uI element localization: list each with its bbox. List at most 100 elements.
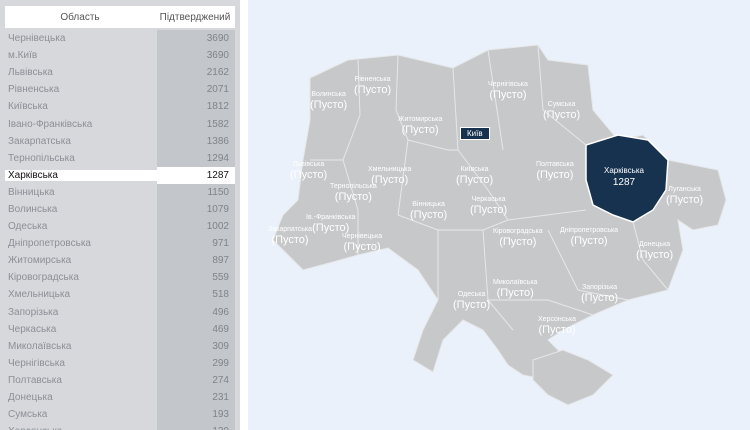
header-region[interactable]: Область xyxy=(5,12,155,23)
table-row[interactable]: Дніпропетровська 971 xyxy=(5,235,235,253)
map-label-zaporizhzhia: Запорізька (Пусто) xyxy=(581,284,619,304)
regions-table: Область Підтверджений Чернівецька 3690 м.К… xyxy=(0,0,240,430)
map-label-cherkasy: Черкаська (Пусто) xyxy=(470,196,508,216)
row-region: Херсонська xyxy=(5,426,157,430)
map-label-volyn: Волинська (Пусто) xyxy=(310,91,348,111)
row-count: 120 xyxy=(157,423,235,430)
table-row[interactable]: Вінницька 1150 xyxy=(5,183,235,201)
map-label-odesa: Одеська (Пусто) xyxy=(453,291,491,311)
table-row[interactable]: Рівненська 2071 xyxy=(5,81,235,99)
table-row[interactable]: Житомирська 897 xyxy=(5,252,235,270)
row-region: Дніпропетровська xyxy=(8,238,91,250)
table-row[interactable]: Волинська 1079 xyxy=(5,200,235,219)
map-label-chernihiv: Чернігівська (Пусто) xyxy=(488,81,528,101)
row-region: Житомирська xyxy=(8,255,72,267)
row-count: 309 xyxy=(157,337,235,355)
table-row[interactable]: Запорізька 496 xyxy=(5,303,235,321)
table-body: Чернівецька 3690 м.Київ 3690 Львівська 2162 Рі… xyxy=(5,30,235,430)
map-label-chernivtsi: Чернівецька (Пусто) xyxy=(342,233,383,253)
row-count: 1287 xyxy=(157,166,235,184)
row-count: 299 xyxy=(157,354,235,372)
table-row[interactable]: Харківська 1287 xyxy=(5,166,235,184)
row-count: 1002 xyxy=(157,218,235,236)
table-row[interactable]: Тернопільська 1294 xyxy=(5,149,235,167)
map-label-ternopil: Тернопільська (Пусто) xyxy=(330,183,377,203)
map-label-khmelnytskyi: Хмельницька (Пусто) xyxy=(368,166,412,186)
map-label-poltava: Полтавська (Пусто) xyxy=(536,161,574,181)
table-row[interactable]: Донецька 231 xyxy=(5,388,235,407)
table-row[interactable]: Закарпатська 1386 xyxy=(5,132,235,150)
dashboard: Область Підтверджений Чернівецька 3690 м.К… xyxy=(0,0,750,430)
map-label-kherson: Херсонська (Пусто) xyxy=(538,316,577,336)
row-region: Вінницька xyxy=(8,186,55,198)
table-row[interactable]: Івано-Франківська 1582 xyxy=(5,115,235,133)
row-count: 496 xyxy=(157,303,235,321)
row-region: Івано-Франківська xyxy=(8,118,93,130)
row-count: 1582 xyxy=(157,115,235,133)
map-label-zhytomyr: Житомирська (Пусто) xyxy=(398,116,443,136)
map-label-kirovohrad: Кіровоградська (Пусто) xyxy=(493,228,543,248)
table-row[interactable]: Полтавська 274 xyxy=(5,371,235,389)
row-count: 193 xyxy=(157,406,235,424)
row-count: 231 xyxy=(157,388,235,407)
row-region: Закарпатська xyxy=(8,135,71,147)
kharkiv-name: Харківська xyxy=(604,166,644,175)
table-row[interactable]: Херсонська120 xyxy=(5,423,235,430)
map-label-lviv: Львівська (Пусто) xyxy=(290,161,328,181)
row-region: Одеська xyxy=(8,221,48,233)
map-label-sumy: Сумська (Пусто) xyxy=(543,101,581,121)
row-count: 2071 xyxy=(157,81,235,99)
table-row[interactable]: Черкаська 469 xyxy=(5,320,235,338)
row-region: Волинська xyxy=(8,203,58,215)
ukraine-map: Київ Харківська 1287 Рівненська (Пусто) В… xyxy=(248,0,750,430)
header-confirmed[interactable]: Підтверджений xyxy=(155,12,235,23)
table-row[interactable]: Чернігівська 299 xyxy=(5,354,235,372)
row-region: Полтавська xyxy=(8,374,62,386)
row-region: Черкаська xyxy=(8,323,57,335)
row-count: 897 xyxy=(157,252,235,270)
map-label-mykolaiv: Миколаївська (Пусто) xyxy=(493,279,538,299)
table-row[interactable]: Сумська 193 xyxy=(5,406,235,424)
row-region: Кіровоградська xyxy=(8,272,79,284)
kyiv-label[interactable]: Київ xyxy=(460,127,490,140)
row-count: 274 xyxy=(157,371,235,389)
row-count: 971 xyxy=(157,235,235,253)
row-count: 3690 xyxy=(157,47,235,65)
row-count: 559 xyxy=(157,269,235,287)
table-row[interactable]: Львівська 2162 xyxy=(5,64,235,82)
map-label-rivne: Рівненська (Пусто) xyxy=(354,76,392,96)
table-row[interactable]: Київська 1812 xyxy=(5,98,235,116)
row-count: 1294 xyxy=(157,149,235,167)
row-region: Чернігівська xyxy=(8,357,65,369)
row-count: 518 xyxy=(157,286,235,304)
row-region: Чернівецька xyxy=(8,33,66,45)
row-region: Миколаївська xyxy=(8,340,72,352)
row-region: Харківська xyxy=(5,169,157,181)
row-count: 1812 xyxy=(157,98,235,116)
table-row[interactable]: Хмельницька 518 xyxy=(5,286,235,304)
map-label-vinnytsia: Вінницька (Пусто) xyxy=(410,201,448,221)
row-count: 2162 xyxy=(157,64,235,82)
row-count: 1079 xyxy=(157,200,235,219)
table-row[interactable]: Одеська 1002 xyxy=(5,218,235,236)
row-region: Львівська xyxy=(8,67,53,79)
row-region: Київська xyxy=(8,101,48,113)
row-region: Рівненська xyxy=(8,84,60,96)
row-count: 3690 xyxy=(157,30,235,48)
map-label-luhansk: Луганська (Пусто) xyxy=(666,186,704,206)
table-row[interactable]: Миколаївська 309 xyxy=(5,337,235,355)
map-label-ivano-frankivsk: Ів.-Франківська (Пусто) xyxy=(306,214,356,234)
row-count: 469 xyxy=(157,320,235,338)
map-label-donetsk: Донецька (Пусто) xyxy=(636,241,674,261)
table-header: Область Підтверджений xyxy=(5,6,235,28)
row-region: Тернопільська xyxy=(8,152,75,164)
table-row[interactable]: Кіровоградська 559 xyxy=(5,269,235,287)
row-count: 1150 xyxy=(157,183,235,201)
row-region: Запорізька xyxy=(8,306,59,318)
table-row[interactable]: м.Київ 3690 xyxy=(5,47,235,65)
crimea-shape xyxy=(532,349,614,406)
table-row[interactable]: Чернівецька 3690 xyxy=(5,30,235,48)
row-region: Донецька xyxy=(8,392,53,404)
kharkiv-label[interactable]: Харківська 1287 xyxy=(604,165,644,189)
map-label-dnipropetrovsk: Дніпропетровська (Пусто) xyxy=(560,227,619,247)
